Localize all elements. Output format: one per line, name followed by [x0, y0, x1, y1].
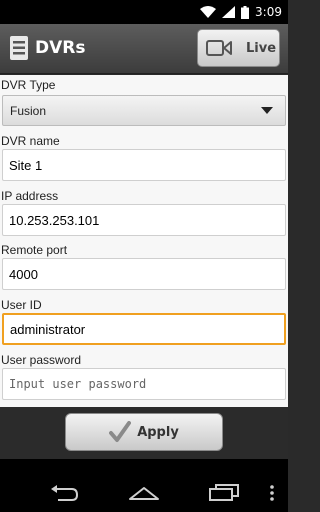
dvr-type-value: Fusion	[10, 103, 47, 118]
video-camera-icon	[206, 40, 232, 56]
apply-button[interactable]: Apply	[65, 413, 223, 451]
user-password-label: User password	[1, 353, 82, 367]
checkmark-icon	[109, 421, 132, 443]
status-bar: 3:09	[0, 0, 288, 24]
status-time: 3:09	[255, 5, 282, 19]
battery-icon	[241, 5, 250, 19]
live-button-label: Live	[246, 40, 277, 56]
remote-port-field[interactable]: 4000	[2, 258, 286, 290]
list-icon[interactable]	[10, 36, 28, 60]
signal-icon	[222, 6, 236, 18]
ip-address-label: IP address	[1, 189, 59, 203]
navigation-bar	[0, 459, 288, 512]
home-icon[interactable]	[128, 485, 160, 504]
dvr-type-label: DVR Type	[1, 78, 56, 92]
user-id-field[interactable]: administrator	[2, 313, 286, 345]
dvr-name-label: DVR name	[1, 134, 60, 148]
dvr-form: DVR Type Fusion DVR name Site 1 IP addre…	[0, 75, 288, 407]
user-id-label: User ID	[1, 298, 42, 312]
wifi-icon	[200, 6, 217, 18]
overflow-menu-icon[interactable]	[270, 485, 274, 505]
ip-address-field[interactable]: 10.253.253.101	[2, 204, 286, 236]
page-title: DVRs	[35, 38, 86, 58]
dropdown-arrow-icon	[261, 107, 273, 114]
remote-port-label: Remote port	[1, 243, 68, 257]
back-icon[interactable]	[50, 485, 79, 505]
user-password-field[interactable]: Input user password	[2, 368, 286, 400]
dvr-name-field[interactable]: Site 1	[2, 149, 286, 181]
dvr-type-select[interactable]: Fusion	[2, 95, 286, 126]
apply-button-label: Apply	[137, 424, 179, 440]
apply-bar: Apply	[0, 407, 288, 459]
action-bar: DVRs Live	[0, 24, 288, 74]
recent-apps-icon[interactable]	[209, 484, 239, 505]
live-button[interactable]: Live	[197, 29, 280, 67]
